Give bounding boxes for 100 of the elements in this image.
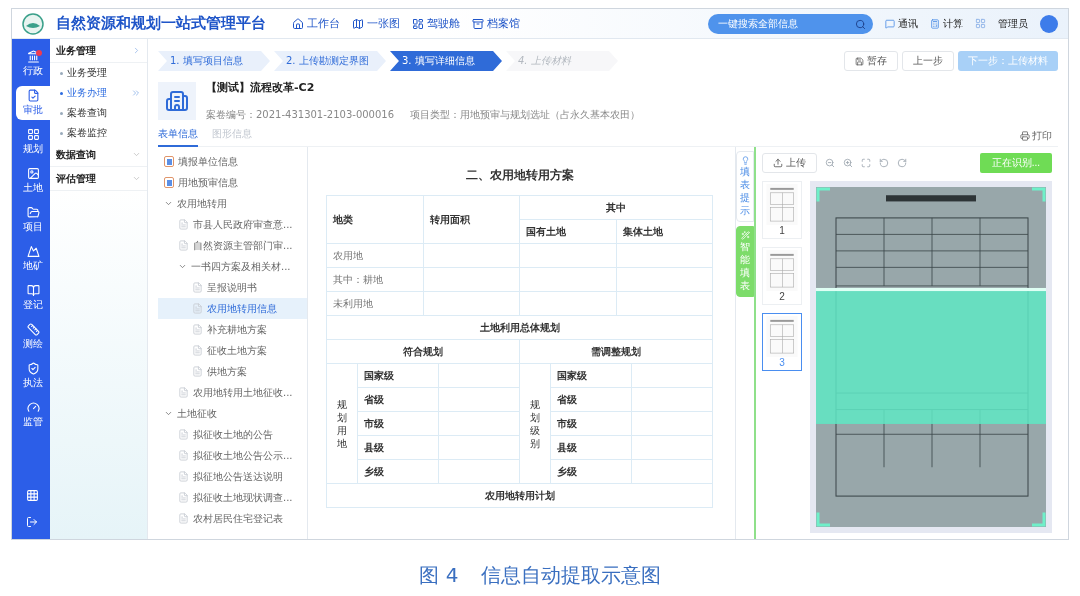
form-title: 二、农用地转用方案	[464, 167, 575, 184]
print-button[interactable]: 打印	[1014, 127, 1058, 144]
logout-icon[interactable]	[26, 516, 38, 528]
upload-button[interactable]: 上传	[762, 153, 817, 173]
menu-item[interactable]: 业务办理	[50, 83, 147, 103]
document-icon	[178, 240, 189, 251]
search-icon[interactable]	[855, 18, 866, 30]
tree-item[interactable]: 补充耕地方案	[158, 319, 307, 340]
nav-link[interactable]: 一张图	[352, 16, 400, 31]
rail-item[interactable]: 规划	[16, 125, 50, 159]
tree-item[interactable]: 农用地转用信息	[158, 298, 307, 319]
figure-label: 图 4	[419, 562, 459, 589]
bullet-icon	[60, 71, 63, 75]
document-icon	[192, 345, 203, 356]
rail-item[interactable]: 监管	[16, 398, 50, 432]
tree-item[interactable]: 拟征收土地公告公示...	[158, 445, 307, 466]
caret-icon	[178, 262, 187, 271]
tree-item[interactable]: 一书四方案及相关材...	[158, 256, 307, 277]
menu-group[interactable]: 评估管理	[50, 167, 147, 191]
form-icon	[164, 177, 174, 188]
rotate-left-icon[interactable]	[879, 158, 889, 168]
side-tab[interactable]: 填表提示	[736, 151, 754, 222]
search-field[interactable]: 一键搜索全部信息	[708, 13, 873, 34]
nav-link[interactable]: 档案馆	[472, 16, 520, 31]
tree-item[interactable]: 征收土地方案	[158, 340, 307, 361]
tab[interactable]: 表单信息	[158, 124, 198, 147]
logo-icon	[22, 12, 44, 35]
bullet-icon	[60, 131, 63, 135]
tree-item[interactable]: 供地方案	[158, 361, 307, 382]
rail-icon	[26, 50, 40, 63]
rail-item[interactable]: 测绘	[16, 320, 50, 354]
caret-icon	[164, 409, 173, 418]
menu-item[interactable]: 业务受理	[50, 63, 147, 83]
nav-link[interactable]: 工作台	[292, 16, 340, 31]
caret-icon	[164, 199, 173, 208]
tree-item[interactable]: 拟征收土地现状调查...	[158, 487, 307, 508]
zoom-out-icon[interactable]	[825, 158, 835, 168]
document-icon	[178, 219, 189, 230]
tree-item[interactable]: 用地预审信息	[158, 172, 307, 193]
menu-item[interactable]: 案卷查询	[50, 103, 147, 123]
table-cell: 省级	[550, 387, 632, 412]
table-cell: 集体土地	[616, 219, 713, 244]
nav-link[interactable]: 驾驶舱	[412, 16, 460, 31]
rail-item[interactable]: 登记	[16, 281, 50, 315]
page-thumbnail[interactable]: 2	[762, 247, 802, 305]
document-icon	[178, 513, 189, 524]
rail-item[interactable]: 审批	[16, 86, 50, 120]
tree-item[interactable]: 拟征地公告送达说明	[158, 466, 307, 487]
toolbar-button[interactable]: 计算	[930, 16, 963, 31]
apps-icon[interactable]	[25, 488, 39, 502]
tree-item[interactable]: 农用地转用	[158, 193, 307, 214]
rail-icon	[26, 362, 40, 375]
building-icon	[158, 82, 196, 120]
user-name[interactable]: 管理员	[998, 16, 1028, 31]
chevron-icon	[131, 88, 141, 98]
chevron-icon	[132, 150, 141, 159]
save-button[interactable]: 暂存	[844, 51, 898, 71]
page-thumbnail[interactable]: 1	[762, 181, 802, 239]
back-button[interactable]: 上一步	[902, 51, 954, 71]
zoom-in-icon[interactable]	[843, 158, 853, 168]
rotate-right-icon[interactable]	[897, 158, 907, 168]
tree-item[interactable]: 填报单位信息	[158, 151, 307, 172]
rail-item[interactable]: 项目	[16, 203, 50, 237]
avatar[interactable]	[1040, 14, 1058, 33]
document-icon	[178, 387, 189, 398]
grid-icon[interactable]	[975, 18, 986, 29]
toolbar-button[interactable]: 通讯	[885, 16, 918, 31]
table-cell: 规划用地	[326, 363, 358, 484]
fit-icon[interactable]	[861, 158, 871, 168]
document-icon	[178, 429, 189, 440]
app-title: 自然资源和规划一站式管理平台	[56, 14, 266, 33]
document-icon	[192, 303, 203, 314]
tool-icon	[885, 18, 895, 29]
page-thumbnail[interactable]: 3	[762, 313, 802, 371]
tree-item[interactable]: 市县人民政府审查意...	[158, 214, 307, 235]
rail-item[interactable]: 行政	[16, 47, 50, 81]
menu-item[interactable]: 案卷监控	[50, 123, 147, 143]
save-icon	[855, 56, 864, 66]
table-cell: 土地利用总体规划	[326, 315, 713, 340]
rail-item[interactable]: 地矿	[16, 242, 50, 276]
tree-item[interactable]: 土地征收	[158, 403, 307, 424]
step: 1. 填写项目信息	[158, 51, 270, 71]
rail-item[interactable]: 执法	[16, 359, 50, 393]
menu-group[interactable]: 数据查询	[50, 143, 147, 167]
nav-icon	[412, 17, 424, 30]
table-cell: 市级	[550, 411, 632, 436]
step: 2. 上传勘测定界图	[274, 51, 386, 71]
menu-group[interactable]: 业务管理	[50, 39, 147, 63]
tree-item[interactable]: 农村居民住宅登记表	[158, 508, 307, 529]
tree-item[interactable]: 呈报说明书	[158, 277, 307, 298]
tree-item[interactable]: 自然资源主管部门审...	[158, 235, 307, 256]
upload-icon	[773, 158, 783, 168]
project-type: 项目类型：用地预审与规划选址（占永久基本农田）	[410, 109, 641, 120]
rail-icon	[26, 284, 40, 297]
table-cell: 需调整规划	[519, 339, 713, 364]
tree-item[interactable]: 农用地转用土地征收...	[158, 382, 307, 403]
document-icon	[192, 282, 203, 293]
rail-item[interactable]: 土地	[16, 164, 50, 198]
table-cell: 未利用地	[326, 291, 423, 316]
tree-item[interactable]: 拟征收土地的公告	[158, 424, 307, 445]
